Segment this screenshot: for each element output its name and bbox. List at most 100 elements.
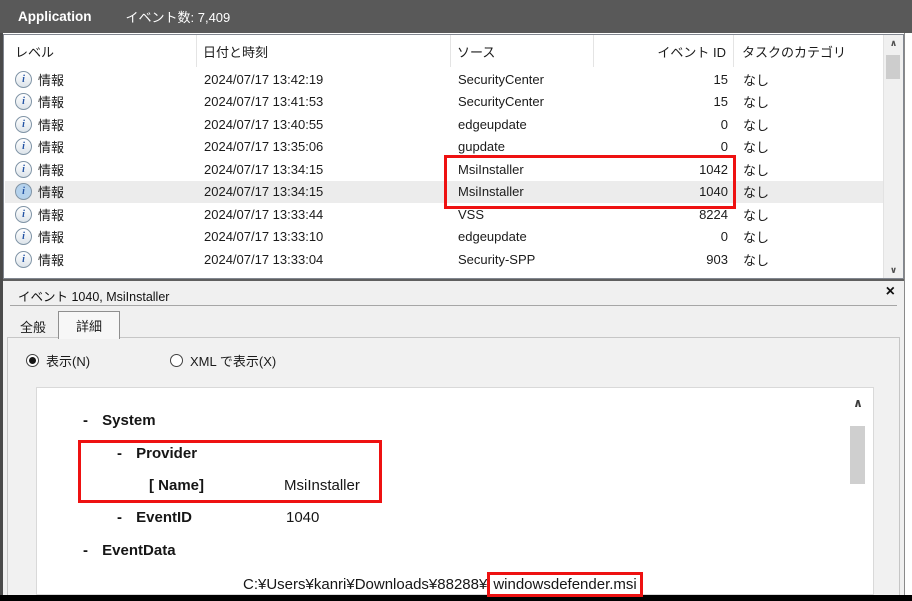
row-category: なし: [735, 205, 883, 224]
column-header-eventid[interactable]: イベント ID: [594, 35, 734, 67]
tree-key: EventID: [136, 509, 192, 526]
radio-xml-view-label: XML で表示(X): [190, 351, 276, 370]
row-source: gupdate: [452, 139, 595, 154]
row-eventid: 0: [595, 229, 735, 244]
row-datetime: 2024/07/17 13:33:44: [198, 207, 452, 222]
column-header-source[interactable]: ソース: [451, 35, 594, 67]
row-category: なし: [735, 70, 883, 89]
close-icon[interactable]: ×: [886, 283, 895, 301]
collapse-icon[interactable]: -: [83, 542, 88, 559]
radio-selected-icon[interactable]: [26, 354, 39, 367]
log-title-bar: Application イベント数: 7,409: [0, 0, 912, 33]
row-level: 情報: [38, 70, 64, 89]
tree-node-eventdata-value: C:¥Users¥kanri¥Downloads¥88288¥windowsde…: [243, 572, 643, 597]
row-source: SecurityCenter: [452, 94, 595, 109]
table-row[interactable]: i情報 2024/07/17 13:34:15 MsiInstaller 104…: [5, 158, 883, 181]
row-datetime: 2024/07/17 13:42:19: [198, 72, 452, 87]
info-icon: i: [15, 206, 32, 223]
table-row[interactable]: i 情報 2024/07/17 13:42:19 SecurityCenter 1…: [5, 68, 883, 91]
title-separator: [10, 305, 897, 306]
row-eventid: 15: [595, 72, 735, 87]
radio-unselected-icon[interactable]: [170, 354, 183, 367]
row-source: SecurityCenter: [452, 72, 595, 87]
collapse-icon[interactable]: -: [117, 445, 122, 462]
scrollbar-thumb[interactable]: [886, 55, 900, 79]
row-category: なし: [735, 160, 883, 179]
scroll-up-icon[interactable]: ∧: [884, 35, 903, 51]
table-row-selected[interactable]: i情報 2024/07/17 13:34:15 MsiInstaller 104…: [5, 181, 883, 204]
row-level: 情報: [38, 92, 64, 111]
row-datetime: 2024/07/17 13:34:15: [198, 184, 452, 199]
scroll-up-icon[interactable]: ∧: [849, 396, 867, 410]
tab-general[interactable]: 全般: [20, 317, 46, 336]
collapse-icon[interactable]: -: [83, 412, 88, 429]
radio-friendly-view-label: 表示(N): [46, 351, 90, 370]
column-header-datetime[interactable]: 日付と時刻: [197, 35, 451, 67]
tab-details[interactable]: 詳細: [58, 311, 120, 339]
row-source: MsiInstaller: [452, 162, 595, 177]
table-row[interactable]: i 情報 2024/07/17 13:33:44 VSS 8224 なし: [5, 203, 883, 226]
row-level: 情報: [38, 137, 64, 156]
friendly-view-box: ∧ - System - Provider [ Name] MsiInstall…: [36, 387, 874, 595]
row-category: なし: [735, 115, 883, 134]
row-source: MsiInstaller: [452, 184, 595, 199]
tree-node-eventid: - EventID 1040: [117, 509, 192, 526]
column-header-category[interactable]: タスクのカテゴリ: [734, 35, 884, 67]
radio-friendly-view[interactable]: 表示(N): [26, 351, 90, 370]
tree-value: MsiInstaller: [284, 477, 360, 494]
tree-key: System: [102, 412, 155, 429]
tree-node-provider: - Provider: [117, 445, 197, 462]
row-source: VSS: [452, 207, 595, 222]
table-row[interactable]: i情報 2024/07/17 13:41:53 SecurityCenter 1…: [5, 91, 883, 114]
row-source: edgeupdate: [452, 229, 595, 244]
row-category: なし: [735, 92, 883, 111]
row-level: 情報: [38, 205, 64, 224]
info-icon: i: [15, 251, 32, 268]
table-header-row: レベル 日付と時刻 ソース イベント ID タスクのカテゴリ: [4, 35, 884, 67]
tree-key: EventData: [102, 542, 175, 559]
table-row[interactable]: i 情報 2024/07/17 13:40:55 edgeupdate 0 なし: [5, 113, 883, 136]
row-level: 情報: [38, 182, 64, 201]
row-level: 情報: [38, 160, 64, 179]
row-level: 情報: [38, 227, 64, 246]
table-scrollbar[interactable]: ∧ ∨: [883, 35, 903, 278]
row-datetime: 2024/07/17 13:35:06: [198, 139, 452, 154]
table-row[interactable]: i情報 2024/07/17 13:33:04 Security-SPP 903…: [5, 248, 883, 271]
scrollbar-thumb[interactable]: [850, 426, 865, 484]
row-eventid: 15: [595, 94, 735, 109]
log-name: Application: [18, 9, 92, 24]
info-icon: i: [15, 71, 32, 88]
window-gutter-right: [905, 33, 912, 595]
tree-node-provider-name: [ Name] MsiInstaller: [149, 477, 204, 494]
detail-pane-title: イベント 1040, MsiInstaller: [18, 286, 169, 305]
event-count: イベント数: 7,409: [126, 7, 231, 26]
info-icon: i: [15, 138, 32, 155]
info-icon: i: [15, 228, 32, 245]
event-detail-pane: イベント 1040, MsiInstaller × 全般 詳細 表示(N) XM…: [3, 281, 904, 595]
column-header-level[interactable]: レベル: [4, 35, 197, 67]
scroll-down-icon[interactable]: ∨: [884, 262, 903, 278]
info-icon: i: [15, 183, 32, 200]
tree-key: Provider: [136, 445, 197, 462]
event-table: レベル 日付と時刻 ソース イベント ID タスクのカテゴリ i情報 2024/…: [3, 34, 904, 279]
info-icon: i: [15, 116, 32, 133]
file-name-highlighted: windowsdefender.msi: [487, 572, 642, 597]
row-category: なし: [735, 227, 883, 246]
row-datetime: 2024/07/17 13:33:10: [198, 229, 452, 244]
row-level: 情報: [38, 115, 64, 134]
row-eventid: 8224: [595, 207, 735, 222]
row-datetime: 2024/07/17 13:33:04: [198, 252, 452, 267]
row-datetime: 2024/07/17 13:40:55: [198, 117, 452, 132]
row-eventid: 0: [595, 139, 735, 154]
collapse-icon[interactable]: -: [117, 509, 122, 526]
table-row[interactable]: i 情報 2024/07/17 13:35:06 gupdate 0 なし: [5, 136, 883, 159]
row-source: edgeupdate: [452, 117, 595, 132]
table-row[interactable]: i 情報 2024/07/17 13:33:10 edgeupdate 0 なし: [5, 226, 883, 249]
info-icon: i: [15, 93, 32, 110]
radio-xml-view[interactable]: XML で表示(X): [170, 351, 276, 370]
row-category: なし: [735, 137, 883, 156]
tree-value: 1040: [286, 509, 319, 526]
tree-node-system: - System: [83, 412, 156, 429]
row-eventid: 0: [595, 117, 735, 132]
row-category: なし: [735, 250, 883, 269]
